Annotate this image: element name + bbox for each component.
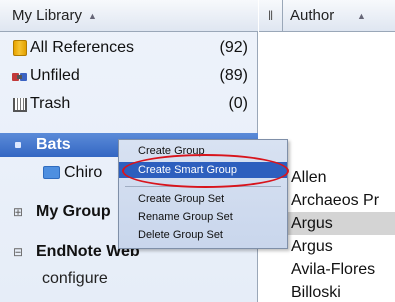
library-header-label: My Library: [12, 7, 83, 24]
group-item-label: Chiro: [64, 164, 103, 181]
column-title: Author: [290, 7, 335, 24]
book-icon: [13, 40, 27, 56]
menu-item-create-group-set[interactable]: Create Group Set: [119, 191, 287, 207]
library-item-trash[interactable]: Trash (0): [0, 91, 258, 117]
sort-chevron-icon[interactable]: ▲: [357, 0, 366, 32]
group-set-label: My Group: [36, 203, 111, 220]
configure-link[interactable]: configure: [42, 267, 108, 291]
library-item-count: (89): [219, 67, 248, 84]
library-item-label: All References: [30, 39, 135, 56]
library-header[interactable]: My Library ▲: [0, 0, 258, 32]
collapse-bullet-icon[interactable]: [15, 142, 21, 148]
author-column-header[interactable]: ǁ Author ▲: [259, 0, 395, 32]
attachment-icon[interactable]: ǁ: [259, 0, 283, 32]
expand-icon[interactable]: ⊞: [13, 199, 23, 225]
menu-item-rename-group-set[interactable]: Rename Group Set: [119, 209, 287, 225]
library-item-count: (0): [228, 95, 248, 112]
library-item-label: Trash: [30, 95, 71, 112]
menu-item-delete-group-set[interactable]: Delete Group Set: [119, 227, 287, 243]
collapse-icon[interactable]: ⊟: [13, 239, 23, 265]
reference-row[interactable]: Billoski: [259, 281, 395, 302]
folder-icon: [43, 166, 60, 179]
library-item-all-references[interactable]: All References (92): [0, 35, 258, 61]
trash-icon: [13, 98, 27, 112]
library-item-label: Unfiled: [30, 67, 80, 84]
unfiled-icon: [11, 68, 28, 84]
library-item-count: (92): [219, 39, 248, 56]
reference-row[interactable]: Avila-Flores: [259, 258, 395, 281]
library-item-unfiled[interactable]: Unfiled (89): [0, 63, 258, 89]
group-set-label: Bats: [36, 136, 71, 153]
sort-chevron-icon[interactable]: ▲: [88, 11, 97, 21]
annotation-ellipse: [122, 154, 289, 188]
